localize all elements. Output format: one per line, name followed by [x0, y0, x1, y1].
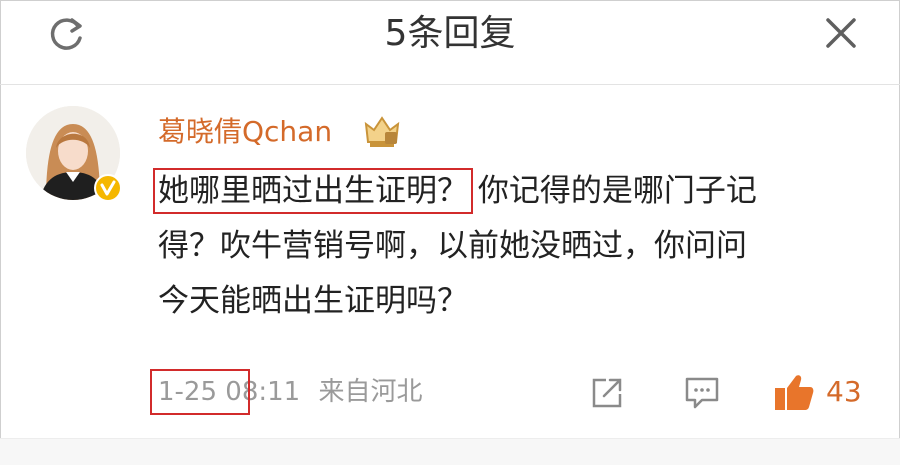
page-title: 5条回复: [384, 13, 516, 54]
like-count: 43: [826, 375, 862, 408]
username[interactable]: 葛晓倩Qchan: [158, 112, 332, 152]
comment-text-rest-3: 今天能晒出生证明吗？: [158, 283, 468, 319]
comment-highlighted-text: 她哪里晒过出生证明？: [153, 168, 473, 214]
footer-strip: [0, 438, 900, 465]
time-text: 8:11: [241, 377, 301, 407]
date-highlight: 1-25 0: [150, 369, 250, 415]
verified-badge-icon: [94, 174, 122, 202]
close-icon[interactable]: [822, 14, 860, 52]
comment-text: 她哪里晒过出生证明？ 你记得的是哪门子记 得？吹牛营销号啊，以前她没晒过，你问问…: [153, 164, 878, 329]
comment-text-rest-1: 你记得的是哪门子记: [477, 173, 757, 209]
source-text: 来自河北: [318, 377, 423, 407]
comment-icon[interactable]: [684, 376, 720, 410]
like-icon[interactable]: [772, 370, 816, 414]
comment-text-rest-2: 得？吹牛营销号啊，以前她没晒过，你问问: [158, 228, 747, 264]
top-bar: 5条回复: [0, 0, 900, 85]
share-icon[interactable]: [590, 376, 624, 410]
comment-meta: 1-25 08:11 来自河北: [150, 369, 423, 415]
crown-level-icon: [364, 116, 400, 147]
